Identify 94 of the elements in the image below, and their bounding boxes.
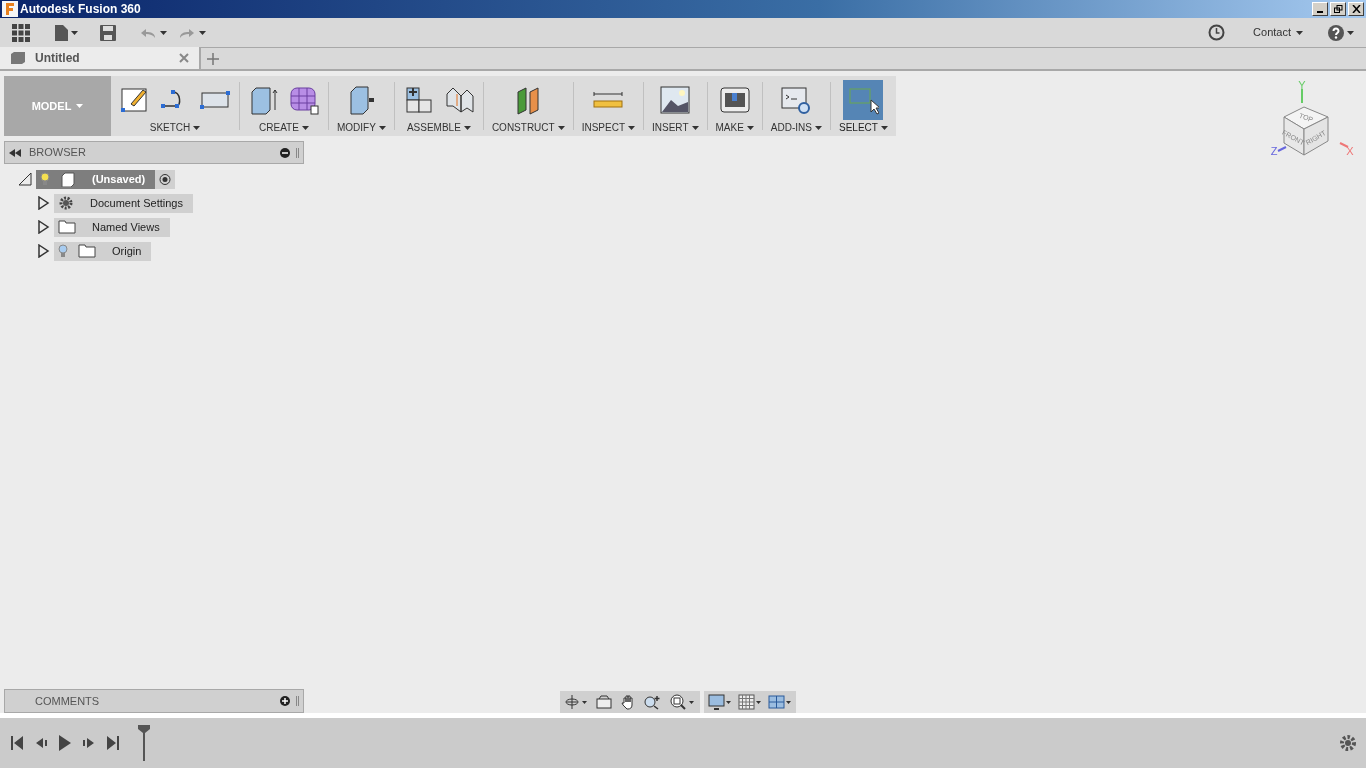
browser-item[interactable]: (Unsaved) <box>36 169 156 189</box>
minimize-button[interactable] <box>1312 2 1328 16</box>
caret-icon <box>815 125 822 130</box>
document-tab[interactable]: Untitled <box>0 47 201 69</box>
caret-icon <box>301 125 309 130</box>
ribbon-group-menu[interactable]: MODIFY <box>337 120 386 135</box>
orbit-icon[interactable] <box>564 694 588 710</box>
caret-icon <box>557 125 565 130</box>
collapse-icon[interactable] <box>9 148 21 157</box>
save-icon[interactable] <box>100 24 116 41</box>
ribbon-group-menu[interactable]: INSERT <box>652 120 699 135</box>
settings-icon[interactable] <box>1339 734 1357 752</box>
browser-item[interactable]: Document Settings <box>54 193 193 213</box>
ribbon-group-menu[interactable]: INSPECT <box>581 120 635 135</box>
window-title: Autodesk Fusion 360 <box>20 1 141 18</box>
ribbon-group-menu[interactable]: CONSTRUCT <box>491 120 565 135</box>
extrude-box-icon[interactable] <box>248 84 280 116</box>
caret-icon <box>880 125 888 130</box>
add-circle-icon[interactable] <box>280 696 290 706</box>
item-label: Named Views <box>91 219 160 235</box>
browser-item[interactable]: Named Views <box>54 217 170 237</box>
viewports-icon[interactable] <box>768 694 792 710</box>
printer-machine-icon[interactable] <box>718 84 751 116</box>
grid-menu-icon[interactable] <box>12 23 30 42</box>
item-label: (Unsaved) <box>91 171 146 187</box>
window-select-icon[interactable] <box>843 80 884 120</box>
zoom-fit-icon[interactable] <box>670 694 696 710</box>
caret-icon <box>746 125 754 130</box>
skip-end-icon[interactable] <box>106 736 120 750</box>
expand-arrow-icon[interactable] <box>18 172 32 186</box>
mesh-sphere-icon[interactable] <box>288 84 320 116</box>
image-icon[interactable] <box>659 84 692 116</box>
caret-icon <box>160 30 167 35</box>
restore-icon <box>1333 5 1343 13</box>
activate-radio-icon[interactable] <box>155 169 176 189</box>
display-monitor-icon[interactable] <box>708 694 732 710</box>
clock-icon[interactable] <box>1208 24 1226 41</box>
script-gear-icon[interactable] <box>780 84 813 116</box>
camera-icon[interactable] <box>596 695 612 709</box>
item-label: Origin <box>111 243 142 259</box>
settings-icon <box>58 195 74 211</box>
caret-icon <box>378 125 386 130</box>
restore-button[interactable] <box>1330 2 1346 16</box>
app-logo-icon <box>2 1 18 17</box>
play-icon[interactable] <box>58 735 72 751</box>
caret-icon <box>76 104 84 108</box>
timeline-marker-icon[interactable] <box>138 725 150 761</box>
caret-icon <box>199 30 206 35</box>
browser-item[interactable]: Origin <box>54 241 152 261</box>
caret-icon <box>1347 30 1354 35</box>
step-forward-icon[interactable] <box>82 736 96 750</box>
tab-label: Untitled <box>35 50 80 67</box>
close-icon <box>1351 5 1361 13</box>
lightbulb-icon[interactable] <box>40 172 50 186</box>
panel-title: COMMENTS <box>35 693 100 709</box>
caret-icon <box>193 125 201 130</box>
undo-icon <box>140 26 156 39</box>
panel-title: BROWSER <box>29 145 86 161</box>
new-tab-icon[interactable] <box>207 53 219 65</box>
redo-icon <box>179 26 195 39</box>
ribbon-group-menu[interactable]: SELECT <box>839 120 888 135</box>
ribbon-group-menu[interactable]: ADD-INS <box>770 120 822 135</box>
expand-arrow-icon[interactable] <box>36 244 50 258</box>
box-icon <box>60 171 76 187</box>
step-back-icon[interactable] <box>34 736 48 750</box>
contact-menu[interactable]: Contact <box>1253 24 1303 41</box>
undo-button[interactable] <box>140 26 167 39</box>
ribbon-group-menu[interactable]: SKETCH <box>149 120 201 135</box>
expand-arrow-icon[interactable] <box>36 196 50 210</box>
close-button[interactable] <box>1348 2 1364 16</box>
caret-icon <box>1296 30 1303 35</box>
ribbon-group-menu[interactable]: ASSEMBLE <box>406 120 471 135</box>
folder-icon <box>78 244 96 258</box>
expand-arrow-icon[interactable] <box>36 220 50 234</box>
pan-hand-icon[interactable] <box>620 694 636 710</box>
help-icon <box>1328 24 1344 41</box>
folder-icon <box>58 220 76 234</box>
item-label: Document Settings <box>89 195 183 211</box>
redo-button[interactable] <box>179 26 206 39</box>
caret-icon <box>628 125 635 130</box>
box-icon <box>10 51 26 65</box>
ribbon-group-menu[interactable]: CREATE <box>259 120 309 135</box>
caret-icon <box>463 125 471 130</box>
skip-start-icon[interactable] <box>10 736 24 750</box>
help-menu[interactable] <box>1328 24 1354 41</box>
file-menu-button[interactable] <box>55 24 78 41</box>
caret-icon <box>71 30 78 35</box>
minus-circle-icon[interactable] <box>280 147 290 158</box>
ribbon-group-menu[interactable]: MAKE <box>715 120 754 135</box>
close-icon[interactable] <box>179 53 189 63</box>
caret-icon <box>691 125 699 130</box>
zoom-icon[interactable] <box>644 694 662 710</box>
grid-icon[interactable] <box>738 694 762 710</box>
document-icon <box>55 24 68 41</box>
